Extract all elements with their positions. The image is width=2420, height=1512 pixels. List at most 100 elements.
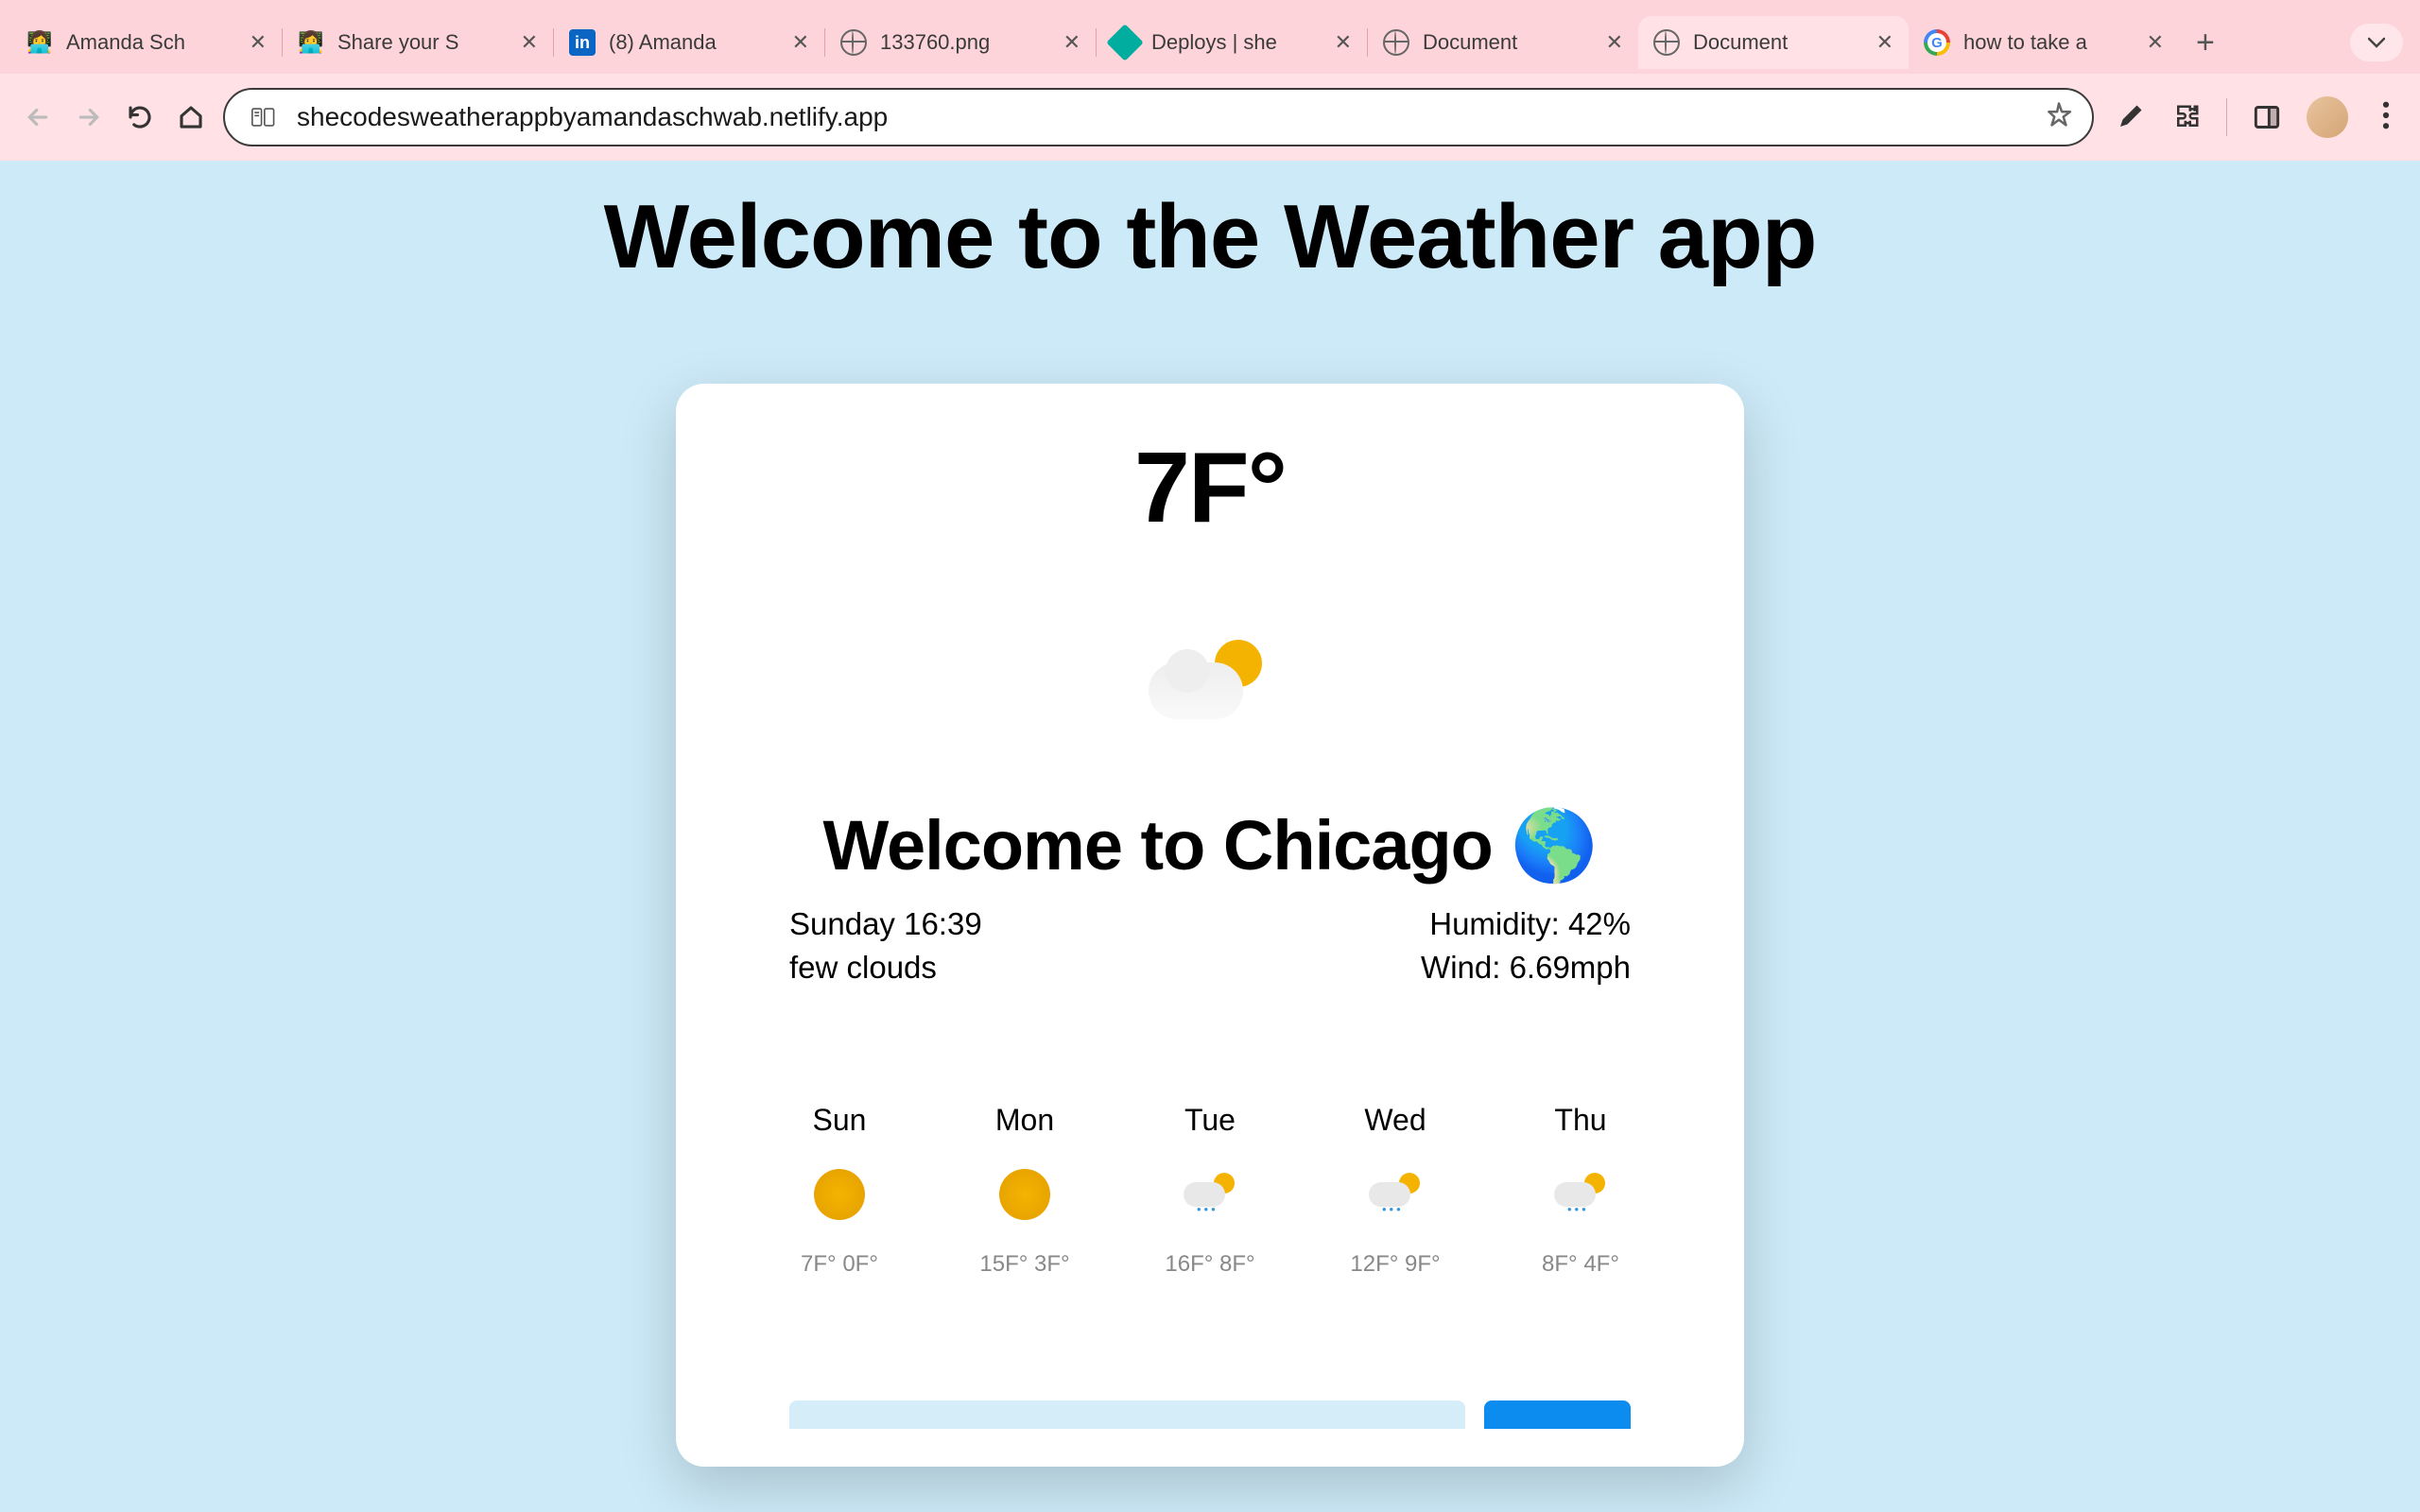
forecast-day-label: Mon bbox=[995, 1103, 1054, 1138]
linkedin-icon: in bbox=[569, 29, 596, 56]
toolbar-right bbox=[2107, 96, 2401, 138]
url-bar[interactable]: shecodesweatherappbyamandaschwab.netlify… bbox=[223, 88, 2094, 146]
reload-icon bbox=[126, 103, 154, 131]
weather-details: Sunday 16:39 few clouds Humidity: 42% Wi… bbox=[752, 902, 1668, 989]
forecast-day-wed: Wed ••• 12F° 9F° bbox=[1324, 1103, 1466, 1278]
close-icon[interactable]: ✕ bbox=[1063, 30, 1080, 55]
forecast-day-label: Tue bbox=[1184, 1103, 1236, 1138]
site-info-icon[interactable] bbox=[244, 103, 284, 131]
profile-avatar[interactable] bbox=[2307, 96, 2348, 138]
wind-text: Wind: 6.69mph bbox=[1421, 946, 1631, 989]
tab-4[interactable]: 133760.png ✕ bbox=[825, 16, 1096, 69]
current-temperature: 7F° bbox=[752, 431, 1668, 545]
forecast-day-thu: Thu ••• 8F° 4F° bbox=[1510, 1103, 1651, 1278]
rain-icon: ••• bbox=[1182, 1166, 1238, 1223]
current-weather-icon bbox=[752, 640, 1668, 730]
search-input[interactable] bbox=[789, 1400, 1465, 1429]
home-button[interactable] bbox=[172, 98, 210, 136]
tab-title: (8) Amanda bbox=[609, 30, 779, 55]
condition-text: few clouds bbox=[789, 946, 982, 989]
sidepanel-button[interactable] bbox=[2250, 100, 2284, 134]
arrow-left-icon bbox=[24, 103, 52, 131]
tab-6[interactable]: Document ✕ bbox=[1368, 16, 1638, 69]
bookmark-button[interactable] bbox=[2045, 101, 2073, 134]
details-right: Humidity: 42% Wind: 6.69mph bbox=[1421, 902, 1631, 989]
sun-icon bbox=[811, 1166, 868, 1223]
weather-card: 7F° Welcome to Chicago 🌎 Sunday 16:39 fe… bbox=[676, 384, 1744, 1467]
back-button[interactable] bbox=[19, 98, 57, 136]
tab-1[interactable]: 👩‍💻 Amanda Sch ✕ bbox=[11, 16, 282, 69]
expand-tabs-button[interactable] bbox=[2350, 24, 2403, 61]
close-icon[interactable]: ✕ bbox=[1335, 30, 1352, 55]
tab-title: Amanda Sch bbox=[66, 30, 236, 55]
partly-cloudy-icon bbox=[1149, 640, 1271, 730]
forecast-temps: 8F° 4F° bbox=[1542, 1251, 1619, 1278]
menu-button[interactable] bbox=[2371, 101, 2401, 134]
forward-button[interactable] bbox=[70, 98, 108, 136]
tab-bar: 👩‍💻 Amanda Sch ✕ 👩‍💻 Share your S ✕ in (… bbox=[0, 0, 2420, 74]
google-icon bbox=[1924, 29, 1950, 56]
datetime-text: Sunday 16:39 bbox=[789, 902, 982, 946]
close-icon[interactable]: ✕ bbox=[1606, 30, 1623, 55]
close-icon[interactable]: ✕ bbox=[2147, 30, 2164, 55]
details-left: Sunday 16:39 few clouds bbox=[789, 902, 982, 989]
forecast-temps: 12F° 9F° bbox=[1350, 1251, 1440, 1278]
forecast-day-sun: Sun 7F° 0F° bbox=[769, 1103, 910, 1278]
extensions-button[interactable] bbox=[2169, 100, 2204, 134]
page-title: Welcome to the Weather app bbox=[0, 185, 2420, 289]
tab-title: Document bbox=[1423, 30, 1593, 55]
chevron-down-icon bbox=[2368, 37, 2385, 48]
humidity-text: Humidity: 42% bbox=[1421, 902, 1631, 946]
forecast-row: Sun 7F° 0F° Mon 15F° 3F° Tue ••• 16F° 8F… bbox=[752, 1103, 1668, 1278]
dots-vertical-icon bbox=[2382, 101, 2390, 129]
forecast-temps: 16F° 8F° bbox=[1165, 1251, 1254, 1278]
city-heading: Welcome to Chicago 🌎 bbox=[752, 805, 1668, 887]
forecast-day-label: Sun bbox=[813, 1103, 867, 1138]
tab-title: how to take a bbox=[1963, 30, 2134, 55]
tab-7-active[interactable]: Document ✕ bbox=[1638, 16, 1909, 69]
tab-title: 133760.png bbox=[880, 30, 1050, 55]
shecodes-icon: 👩‍💻 bbox=[298, 29, 324, 56]
close-icon[interactable]: ✕ bbox=[792, 30, 809, 55]
puzzle-icon bbox=[2172, 103, 2201, 131]
globe-icon bbox=[840, 29, 867, 56]
tab-title: Deploys | she bbox=[1151, 30, 1322, 55]
globe-icon bbox=[1383, 29, 1409, 56]
tab-title: Document bbox=[1693, 30, 1863, 55]
forecast-day-mon: Mon 15F° 3F° bbox=[954, 1103, 1096, 1278]
browser-chrome: 👩‍💻 Amanda Sch ✕ 👩‍💻 Share your S ✕ in (… bbox=[0, 0, 2420, 161]
globe-icon bbox=[1653, 29, 1680, 56]
shecodes-icon: 👩‍💻 bbox=[26, 29, 53, 56]
new-tab-button[interactable]: + bbox=[2196, 25, 2215, 61]
url-text: shecodesweatherappbyamandaschwab.netlify… bbox=[297, 102, 2031, 132]
reload-button[interactable] bbox=[121, 98, 159, 136]
forecast-day-tue: Tue ••• 16F° 8F° bbox=[1139, 1103, 1281, 1278]
forecast-temps: 7F° 0F° bbox=[801, 1251, 878, 1278]
tab-3[interactable]: in (8) Amanda ✕ bbox=[554, 16, 824, 69]
search-form bbox=[752, 1400, 1668, 1429]
netlify-icon bbox=[1112, 29, 1138, 56]
toolbar-divider bbox=[2226, 98, 2227, 136]
close-icon[interactable]: ✕ bbox=[250, 30, 267, 55]
search-button[interactable] bbox=[1484, 1400, 1631, 1429]
close-icon[interactable]: ✕ bbox=[1876, 30, 1893, 55]
sidepanel-icon bbox=[2254, 104, 2280, 130]
home-icon bbox=[177, 103, 205, 131]
tab-8[interactable]: how to take a ✕ bbox=[1909, 16, 2179, 69]
forecast-day-label: Wed bbox=[1364, 1103, 1426, 1138]
rain-icon: ••• bbox=[1367, 1166, 1424, 1223]
forecast-temps: 15F° 3F° bbox=[979, 1251, 1069, 1278]
close-icon[interactable]: ✕ bbox=[521, 30, 538, 55]
tab-2[interactable]: 👩‍💻 Share your S ✕ bbox=[283, 16, 553, 69]
page-content: Welcome to the Weather app 7F° Welcome t… bbox=[0, 161, 2420, 1512]
forecast-day-label: Thu bbox=[1554, 1103, 1606, 1138]
sun-icon bbox=[996, 1166, 1053, 1223]
tab-title: Share your S bbox=[337, 30, 508, 55]
eyedropper-icon bbox=[2116, 103, 2144, 131]
rain-icon: ••• bbox=[1552, 1166, 1609, 1223]
star-icon bbox=[2045, 101, 2073, 129]
eyedropper-button[interactable] bbox=[2113, 100, 2147, 134]
toolbar: shecodesweatherappbyamandaschwab.netlify… bbox=[0, 74, 2420, 161]
arrow-right-icon bbox=[75, 103, 103, 131]
tab-5[interactable]: Deploys | she ✕ bbox=[1097, 16, 1367, 69]
